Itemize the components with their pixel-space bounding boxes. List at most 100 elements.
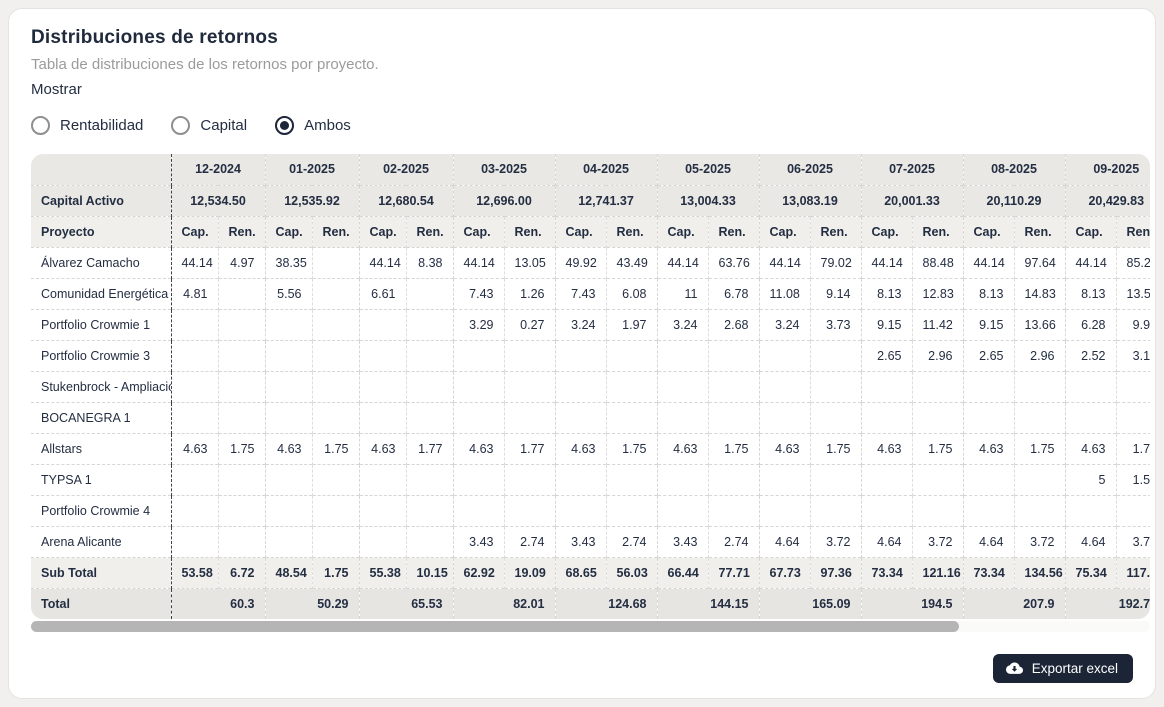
show-mode-radio-group: Rentabilidad Capital Ambos bbox=[31, 112, 1133, 138]
ren-cell bbox=[1013, 494, 1065, 526]
ren-cell bbox=[405, 525, 453, 557]
months-header-row: 12-2024 01-2025 02-2025 03-2025 04-2025 05-20… bbox=[31, 154, 1150, 185]
total-cell: 194.5 bbox=[860, 587, 963, 619]
cap-cell: 9.15 bbox=[860, 308, 912, 340]
cap-cell bbox=[358, 463, 406, 495]
ren-cell bbox=[217, 525, 265, 557]
ren-cell: 2.96 bbox=[911, 339, 963, 371]
total-label: Total bbox=[31, 587, 171, 619]
ren-cell bbox=[217, 277, 265, 309]
cap-cell: 4.63 bbox=[452, 432, 504, 464]
export-excel-label: Exportar excel bbox=[1031, 661, 1118, 676]
cap-cell: 9.15 bbox=[962, 308, 1014, 340]
horizontal-scrollbar-thumb[interactable] bbox=[31, 621, 959, 632]
table-row: Álvarez Camacho 44.14 4.97 38.35 44.14 8.38 44… bbox=[31, 246, 1150, 278]
project-name: Allstars bbox=[31, 432, 171, 464]
ren-cell bbox=[503, 494, 555, 526]
cap-cell bbox=[264, 339, 312, 371]
ren-cell: 1.26 bbox=[503, 277, 555, 309]
cap-cell bbox=[358, 401, 406, 433]
total-cell: 124.68 bbox=[554, 587, 657, 619]
radio-circle-icon[interactable] bbox=[31, 115, 50, 135]
cap-cell: 4.64 bbox=[1064, 525, 1116, 557]
cap-cell: 3.43 bbox=[656, 525, 708, 557]
ren-cell bbox=[217, 370, 265, 402]
radio-rentabilidad[interactable]: Rentabilidad bbox=[31, 115, 143, 135]
cap-cell bbox=[264, 308, 312, 340]
cap-cell: 2.65 bbox=[962, 339, 1014, 371]
cap-cell bbox=[656, 401, 708, 433]
radio-ambos[interactable]: Ambos bbox=[275, 115, 351, 135]
table-row: Portfolio Crowmie 3 2.65 2.96 2.65 2.96 2.52 3… bbox=[31, 339, 1150, 371]
ren-cell: 3.72 bbox=[911, 525, 963, 557]
footer: Exportar excel bbox=[31, 654, 1133, 683]
table-row: TYPSA 1 51.52 bbox=[31, 463, 1150, 495]
radio-circle-icon[interactable] bbox=[171, 115, 191, 135]
cap-cell: 5.56 bbox=[264, 277, 312, 309]
cap-cell: 3.24 bbox=[554, 308, 606, 340]
ren-cell bbox=[311, 401, 359, 433]
ren-cell bbox=[1115, 494, 1150, 526]
ren-cell: 1.75 bbox=[605, 432, 657, 464]
cap-cell bbox=[1064, 494, 1116, 526]
ren-cell: 1.75 bbox=[911, 432, 963, 464]
total-cell: 50.29 bbox=[264, 587, 359, 619]
radio-label: Capital bbox=[200, 116, 248, 134]
ren-cell bbox=[405, 401, 453, 433]
ren-cell bbox=[405, 463, 453, 495]
radio-circle-icon[interactable] bbox=[275, 115, 295, 135]
cap-cell bbox=[452, 370, 504, 402]
ren-cell bbox=[311, 308, 359, 340]
cap-cell: 73.34 bbox=[962, 556, 1014, 588]
ren-cell: 1.77 bbox=[405, 432, 453, 464]
ren-cell bbox=[405, 308, 453, 340]
export-excel-button[interactable]: Exportar excel bbox=[992, 654, 1133, 683]
total-cell: 65.53 bbox=[358, 587, 453, 619]
ren-cell: 1.75 bbox=[311, 432, 359, 464]
cap-cell bbox=[860, 370, 912, 402]
ren-cell bbox=[911, 463, 963, 495]
cap-cell bbox=[554, 401, 606, 433]
table-row: Arena Alicante 3.43 2.74 3.43 2.74 3.43 2.74 4.… bbox=[31, 525, 1150, 557]
capital-activo-value: 20,429.83 bbox=[1064, 184, 1150, 216]
ren-cell: 6.72 bbox=[217, 556, 265, 588]
project-name: Stukenbrock - Ampliación bbox=[31, 370, 171, 402]
total-cell: 192.71 bbox=[1064, 587, 1150, 619]
project-name: Portfolio Crowmie 4 bbox=[31, 494, 171, 526]
ren-cell: 1.75 bbox=[311, 556, 359, 588]
ren-cell: 19.09 bbox=[503, 556, 555, 588]
cap-cell bbox=[452, 401, 504, 433]
cap-cell bbox=[656, 463, 708, 495]
radio-capital[interactable]: Capital bbox=[171, 115, 248, 135]
cap-cell: 6.61 bbox=[358, 277, 406, 309]
capital-activo-value: 20,110.29 bbox=[962, 184, 1065, 216]
cap-cell bbox=[554, 463, 606, 495]
cap-cell bbox=[962, 494, 1014, 526]
proyecto-label: Proyecto bbox=[31, 215, 171, 247]
radio-dot bbox=[36, 121, 45, 130]
cap-cell: 8.13 bbox=[860, 277, 912, 309]
cap-cell: 4.63 bbox=[656, 432, 708, 464]
cap-cell bbox=[452, 463, 504, 495]
cap-cell bbox=[358, 494, 406, 526]
month-header: 02-2025 bbox=[358, 154, 453, 185]
horizontal-scrollbar-track[interactable] bbox=[31, 621, 1150, 632]
cap-cell: 3.43 bbox=[452, 525, 504, 557]
cap-cell: 44.14 bbox=[656, 246, 708, 278]
table-row: Comunidad Energética 4.81 5.56 6.61 7.43 1.26… bbox=[31, 277, 1150, 309]
ren-cell bbox=[707, 339, 759, 371]
cap-cell: 8.13 bbox=[962, 277, 1014, 309]
cap-cell bbox=[554, 370, 606, 402]
cap-cell: 2.65 bbox=[860, 339, 912, 371]
ren-cell: 13.05 bbox=[503, 246, 555, 278]
ren-cell bbox=[809, 370, 861, 402]
ren-cell bbox=[405, 370, 453, 402]
cap-cell bbox=[554, 494, 606, 526]
ren-cell: 2.74 bbox=[605, 525, 657, 557]
cap-cell: 55.38 bbox=[358, 556, 406, 588]
project-name: Arena Alicante bbox=[31, 525, 171, 557]
cap-cell bbox=[962, 463, 1014, 495]
cap-cell: 3.29 bbox=[452, 308, 504, 340]
ren-cell: 2.74 bbox=[707, 525, 759, 557]
ren-cell: 0.27 bbox=[503, 308, 555, 340]
